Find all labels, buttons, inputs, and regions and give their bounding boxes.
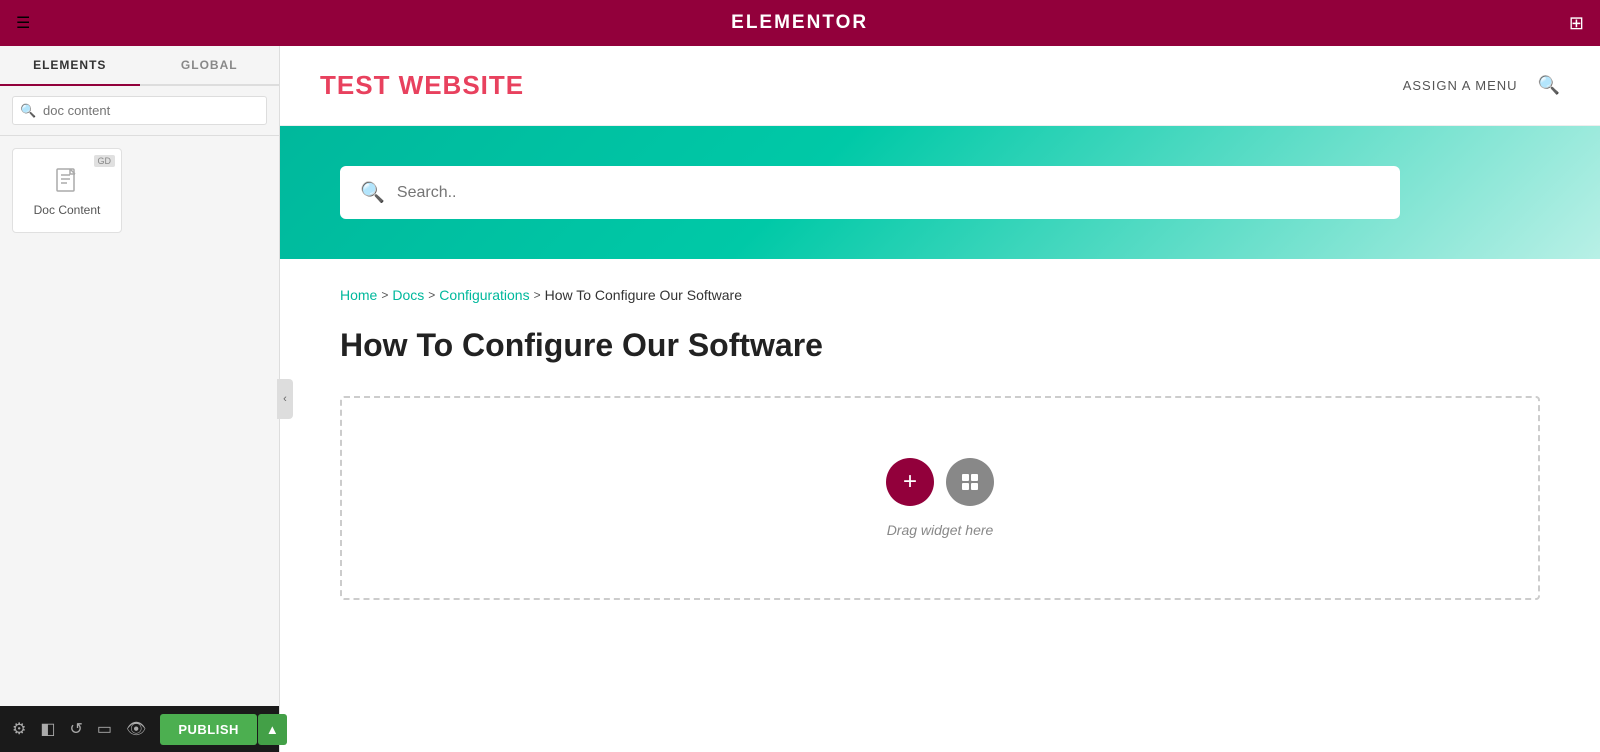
publish-arrow-button[interactable]: ▲ <box>258 714 287 745</box>
eye-icon[interactable]: 👁 <box>126 719 146 739</box>
widget-doc-content[interactable]: GD Doc Content <box>12 148 122 233</box>
sidebar-search-icon: 🔍 <box>20 103 36 119</box>
widget-label: Doc Content <box>34 203 101 217</box>
tab-elements[interactable]: ELEMENTS <box>0 46 140 86</box>
sidebar-search: 🔍 <box>0 86 279 136</box>
publish-group: PUBLISH ▲ <box>160 714 286 745</box>
search-input[interactable] <box>12 96 267 125</box>
hero-search-input[interactable] <box>397 184 1380 202</box>
breadcrumb: Home > Docs > Configurations > How To Co… <box>340 279 1540 303</box>
site-header: TEST WEBSITE ASSIGN A MENU 🔍 <box>280 46 1600 126</box>
search-bar: 🔍 <box>340 166 1400 219</box>
drag-label: Drag widget here <box>887 522 994 538</box>
hero-search-icon: 🔍 <box>360 180 385 205</box>
breadcrumb-docs[interactable]: Docs <box>392 287 424 303</box>
drop-zone: + Drag widget here <box>340 396 1540 600</box>
breadcrumb-sep-3: > <box>534 288 541 302</box>
breadcrumb-home[interactable]: Home <box>340 287 377 303</box>
page-content: Home > Docs > Configurations > How To Co… <box>280 259 1600 752</box>
breadcrumb-current: How To Configure Our Software <box>545 287 742 303</box>
history-icon[interactable]: ↺ <box>69 719 82 739</box>
top-bar: ☰ elementor ⊞ <box>0 0 1600 46</box>
doc-content-icon <box>51 165 83 197</box>
bottom-toolbar: ⚙ ◧ ↺ ▭ 👁 PUBLISH ▲ <box>0 706 279 752</box>
grid-icon[interactable]: ⊞ <box>1569 13 1584 34</box>
widget-area: GD Doc Content <box>0 136 279 245</box>
chevron-left-icon: ‹ <box>283 393 287 405</box>
add-widget-button[interactable]: + <box>886 458 934 506</box>
responsive-icon[interactable]: ▭ <box>97 719 112 739</box>
drop-zone-buttons: + <box>886 458 994 506</box>
breadcrumb-sep-2: > <box>428 288 435 302</box>
publish-button[interactable]: PUBLISH <box>160 714 257 745</box>
sidebar-tabs: ELEMENTS GLOBAL <box>0 46 279 86</box>
site-nav: ASSIGN A MENU 🔍 <box>1403 75 1560 96</box>
sidebar: ELEMENTS GLOBAL 🔍 GD <box>0 46 280 752</box>
settings-icon[interactable]: ⚙ <box>12 719 26 739</box>
collapse-handle[interactable]: ‹ <box>277 379 293 419</box>
sidebar-search-wrap: 🔍 <box>12 96 267 125</box>
elementor-logo: elementor <box>731 12 868 34</box>
breadcrumb-sep-1: > <box>381 288 388 302</box>
hero-section: 🔍 <box>280 126 1600 259</box>
nav-search-icon[interactable]: 🔍 <box>1538 75 1560 96</box>
layout-button[interactable] <box>946 458 994 506</box>
widget-badge: GD <box>94 155 116 167</box>
layers-icon[interactable]: ◧ <box>40 719 55 739</box>
assign-menu-link[interactable]: ASSIGN A MENU <box>1403 78 1518 93</box>
content-area: TEST WEBSITE ASSIGN A MENU 🔍 🔍 Home > Do… <box>280 46 1600 752</box>
tab-global[interactable]: GLOBAL <box>140 46 280 84</box>
site-title: TEST WEBSITE <box>320 70 524 101</box>
breadcrumb-configurations[interactable]: Configurations <box>439 287 529 303</box>
page-title: How To Configure Our Software <box>340 327 1540 364</box>
main-layout: ELEMENTS GLOBAL 🔍 GD <box>0 46 1600 752</box>
hamburger-icon[interactable]: ☰ <box>16 13 30 33</box>
